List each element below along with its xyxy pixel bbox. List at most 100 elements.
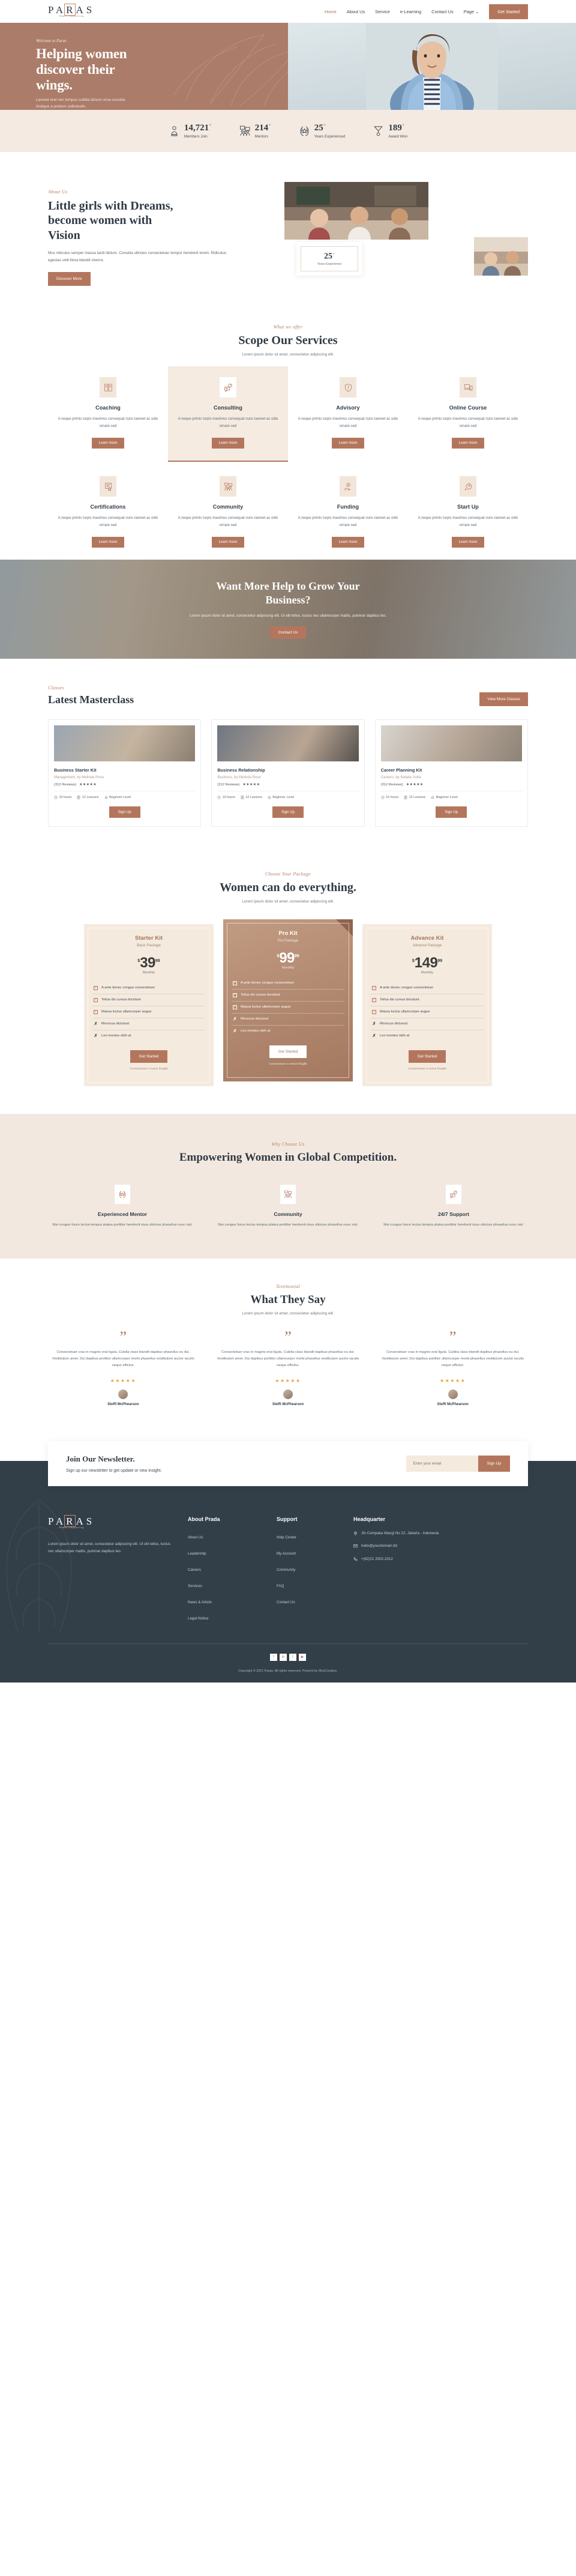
get-started-button[interactable]: Get Started [489,4,528,19]
plan-get-started-button[interactable]: Get Started [130,1050,168,1063]
twitter-icon[interactable]: t [289,1653,296,1661]
footer-link-legal-notice[interactable]: Legal Notice [188,1616,208,1621]
why-card-body: Nisi congue fusce lectus tempus platea p… [218,1223,358,1227]
pricing-plan-starter-kit[interactable]: Starter Kit Basic Package $ 39 99 Monthl… [84,924,214,1086]
clock-icon [217,796,221,799]
nav-link-elearning[interactable]: e-Learning [400,9,421,14]
footer-link-about-us[interactable]: About Us [188,1535,203,1540]
logo[interactable]: PARAS Women Empowering [48,4,95,18]
class-card[interactable]: Career Planning Kit Careers, by Natalie … [374,719,528,827]
service-card-consulting[interactable]: Consulting A neque primis turpis maximus… [168,366,288,462]
service-card-community[interactable]: Community A neque primis turpis maximus … [168,465,288,560]
classes-grid: Business Starter Kit Management, by Meli… [48,719,528,827]
plan-feature-list: ✓ A ante donec congue consectetuer ✓ Tellu… [232,978,344,1037]
service-learn-more-button[interactable]: Learn more [211,438,245,449]
service-learn-more-button[interactable]: Learn more [331,438,365,449]
service-card-funding[interactable]: Funding A neque primis turpis maximus co… [288,465,408,560]
nav-link-contact-us[interactable]: Contact Us [431,9,454,14]
class-card[interactable]: Business Starter Kit Management, by Meli… [48,719,202,827]
class-card[interactable]: Business Relationship Business, by Melin… [211,719,365,827]
newsletter-form: Sign Up [406,1455,510,1472]
service-learn-more-button[interactable]: Learn more [451,438,485,449]
testimonials-title: What They Say [250,1293,326,1306]
footer-address-text: Jln Cempaka Wangi No 22, Jakarta - Indon… [361,1531,439,1535]
footer-email[interactable]: hello@yourdomain.tld [353,1543,473,1550]
footer-link-community[interactable]: Community [277,1568,295,1572]
testimonial-rating: ★★★★★ [110,1377,136,1383]
nav-link-service[interactable]: Service [375,9,390,14]
footer-phone[interactable]: +(62)21 2002-2012 [353,1556,473,1563]
stat-award-won: 189+ Award Won [373,123,407,139]
service-card-certifications[interactable]: Certifications A neque primis turpis max… [48,465,168,560]
cta-contact-us-button[interactable]: Contact Us [269,626,307,639]
quote-icon: ” [449,1328,457,1346]
about-main-image [284,182,428,240]
linkedin-icon[interactable]: in [280,1653,287,1661]
service-learn-more-button[interactable]: Learn more [91,438,125,449]
service-learn-more-button[interactable]: Learn more [211,537,245,548]
class-lessons: 12 Lessons [77,796,99,799]
stat-members-join: 14,721+ Members Join [169,123,212,139]
class-thumbnail [380,725,522,762]
footer-link-leadership[interactable]: Leadership [188,1552,206,1556]
service-name: Funding [337,504,359,510]
plan-get-started-button[interactable]: Get Started [408,1050,446,1063]
footer-link-news-article[interactable]: News & Article [188,1600,212,1604]
pricing-plan-pro-kit[interactable]: Pro Kit Pro Package $ 99 99 Monthly ✓ A a… [223,919,353,1081]
footer-grid: PARAS Women Empowering Lorem ipsum dolor… [48,1499,528,1628]
footer-logo[interactable]: PARAS Women Empowering [48,1514,95,1529]
footer-link-services[interactable]: Services [188,1584,202,1588]
footer-link-faq[interactable]: FAQ [277,1584,284,1588]
service-learn-more-button[interactable]: Learn more [91,537,125,548]
newsletter-email-input[interactable] [406,1455,478,1472]
plan-feature-label: Leo montes nibh at [241,1029,271,1033]
service-card-online-course[interactable]: Online Course A neque primis turpis maxi… [408,366,528,462]
list-item: About Us [188,1531,266,1541]
service-learn-more-button[interactable]: Learn more [331,537,365,548]
hero-text-panel: Welcome to Paras Helping women discover … [0,23,288,110]
clock-icon [54,796,58,799]
list-item: Leadership [188,1547,266,1558]
class-star-rating: ★★★★★ [79,783,97,787]
nav-link-home[interactable]: Home [325,9,337,14]
star-icon [431,796,435,799]
list-item: News & Article [188,1595,266,1606]
about-text-column: About Us Little girls with Dreams, becom… [48,182,246,286]
footer-link-careers[interactable]: Careers [188,1568,201,1572]
class-sign-up-button[interactable]: Sign Up [109,806,140,818]
check-icon: ✓ [94,985,98,990]
footer-link-help-center[interactable]: Help Center [277,1535,296,1540]
service-learn-more-button[interactable]: Learn more [451,537,485,548]
class-review-count: (312 Reviews) [217,783,240,787]
plan-feature-label: Tellus dis cursus tincidunt [241,993,280,997]
class-sign-up-button[interactable]: Sign Up [436,806,467,818]
plan-feature: ✗ Leo montes nibh at [92,1030,205,1042]
footer-link-my-account[interactable]: My Account [277,1552,296,1556]
class-sign-up-button[interactable]: Sign Up [272,806,304,818]
service-card-advisory[interactable]: Advisory A neque primis turpis maximus c… [288,366,408,462]
class-reviews: (312 Reviews) ★★★★★ [381,783,522,787]
newsletter-sign-up-button[interactable]: Sign Up [478,1455,510,1472]
facebook-icon[interactable]: f [270,1653,277,1661]
plan-get-started-button[interactable]: Get Started [269,1045,307,1058]
plan-tag: Pro Package [277,939,299,943]
plan-period: Monthly [421,970,434,975]
class-lessons-label: 12 Lessons [409,796,426,800]
chat-question-icon [220,377,236,398]
nav-link-page-dropdown[interactable]: Page ⌄ [464,9,479,14]
about-media-column: 25+ Years Experience [260,182,528,276]
stat-number: 25 [314,123,323,133]
youtube-icon[interactable]: ▶ [299,1653,306,1661]
footer-link-contact-us[interactable]: Contact Us [277,1600,295,1604]
footer-email-text: hello@yourdomain.tld [361,1544,397,1549]
nav-link-about-us[interactable]: About Us [347,9,365,14]
logo-tagline: Women Empowering [59,15,84,18]
classes-header: Classes Latest Masterclass View More Cla… [48,685,528,707]
pricing-plan-advance-kit[interactable]: Advance Kit Advance Package $ 149 99 Mon… [362,924,492,1086]
service-card-coaching[interactable]: Coaching A neque primis turpis maximus c… [48,366,168,462]
service-card-start-up[interactable]: Start Up A neque primis turpis maximus c… [408,465,528,560]
newsletter-card: Join Our Newsletter. Sign up our newslet… [48,1441,528,1486]
view-more-classes-button[interactable]: View More Classes [479,692,528,707]
about-discover-more-button[interactable]: Discover More [48,272,91,286]
list-item: FAQ [277,1579,343,1590]
